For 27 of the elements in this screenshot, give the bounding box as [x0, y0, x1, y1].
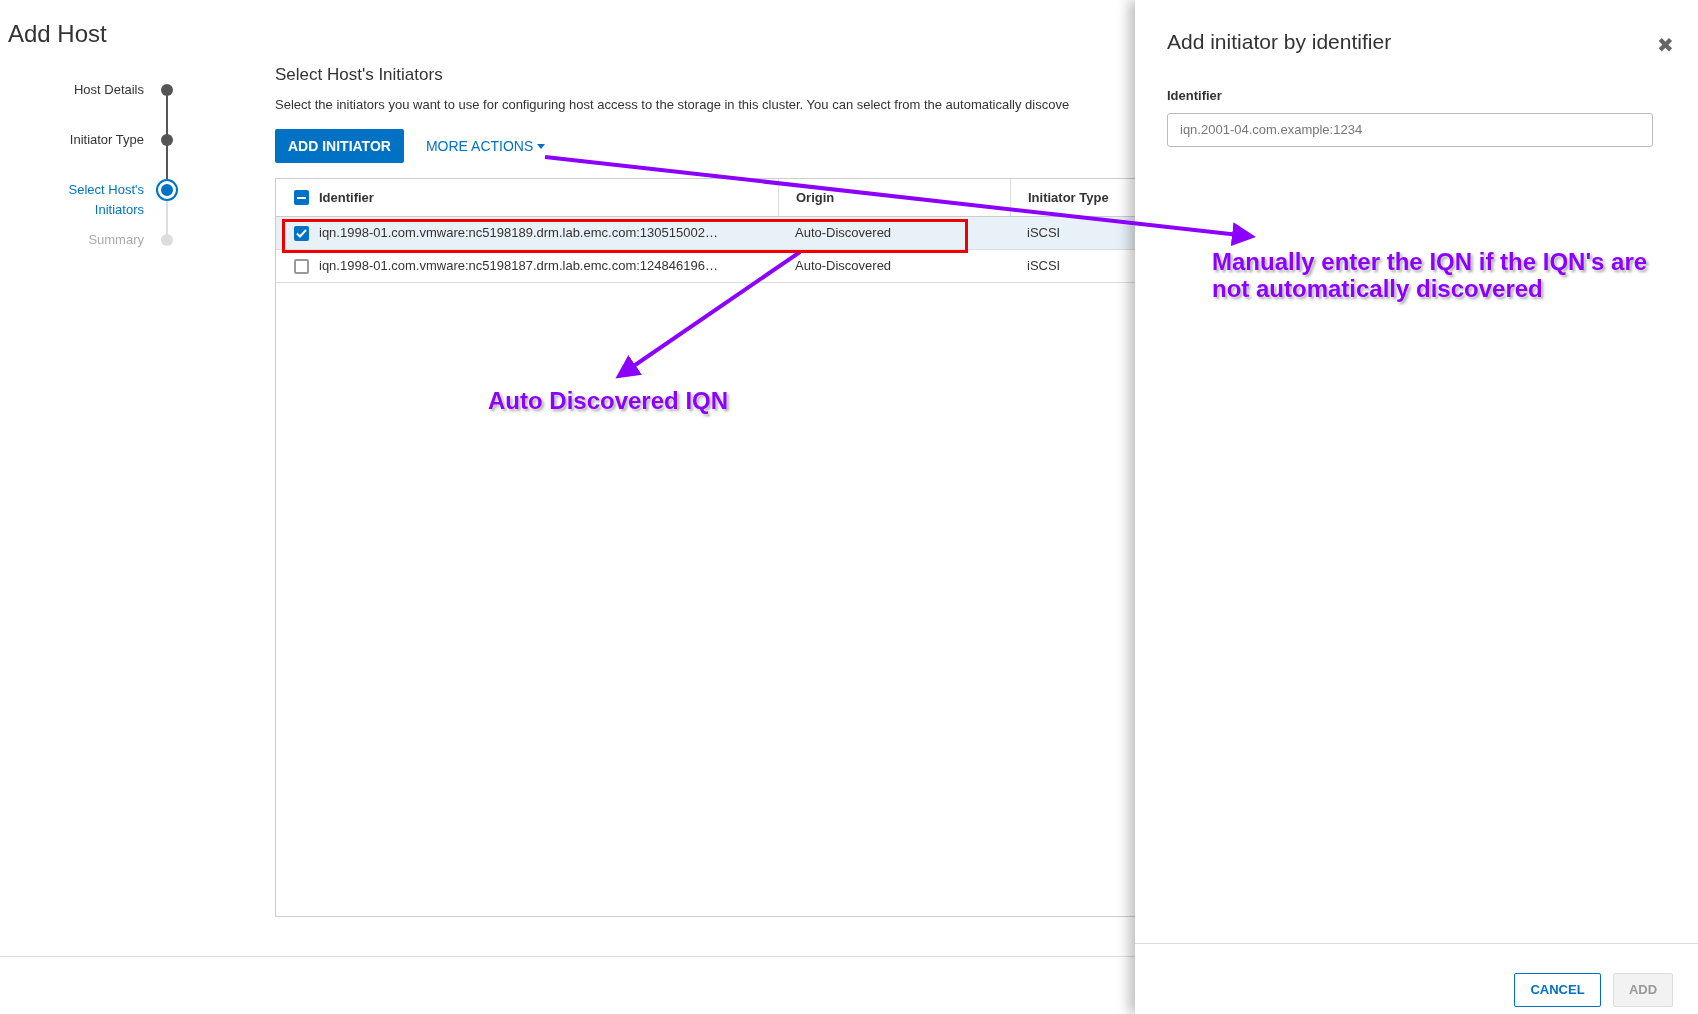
- table-cell-text: Auto-Discovered: [795, 257, 892, 276]
- page-title: Add Host: [8, 19, 107, 49]
- table-cell-text: iqn.1998-01.com.vmware:nc5198187.drm.lab.emc.com:124846196…: [319, 257, 718, 276]
- field-label: Identifier: [1166, 87, 1223, 105]
- checkbox[interactable]: [294, 225, 309, 241]
- more-actions-button[interactable]: MORE ACTIONS: [425, 135, 546, 157]
- step-label[interactable]: Select Host's Initiators: [0, 180, 144, 220]
- cancel-button[interactable]: CANCEL: [1514, 973, 1601, 1007]
- step-label[interactable]: Host Details: [0, 80, 144, 100]
- table-cell-text: iqn.1998-01.com.vmware:nc5198189.drm.lab.emc.com:130515002…: [319, 224, 718, 243]
- table-cell-text: iSCSI: [1027, 224, 1061, 243]
- checkbox[interactable]: [294, 190, 309, 205]
- table-row[interactable]: iqn.1998-01.com.vmware:nc5198189.drm.lab.emc.com:130515002… Auto-Discovered iSCSI: [276, 217, 1135, 250]
- column-header[interactable]: Origin: [796, 187, 835, 208]
- step-label[interactable]: Initiator Type: [0, 130, 144, 150]
- checkbox[interactable]: [294, 258, 309, 274]
- caret-icon: [537, 143, 546, 149]
- table-cell-text: Auto-Discovered: [795, 224, 892, 243]
- column-header[interactable]: Identifier: [319, 187, 374, 208]
- annotation-text: Auto Discovered IQN: [488, 386, 729, 416]
- table-cell-text: iSCSI: [1027, 257, 1061, 276]
- section-title: Select Host's Initiators: [275, 64, 444, 86]
- add-initiator-button[interactable]: ADD INITIATOR: [275, 129, 404, 163]
- annotation-text: Manually enter the IQN if the IQN's are not automatically discovered: [1212, 248, 1649, 302]
- panel-title: Add initiator by identifier: [1167, 29, 1392, 55]
- column-header[interactable]: Initiator Type: [1028, 187, 1109, 208]
- identifier-field[interactable]: iqn.2001-04.com.example:1234: [1167, 112, 1653, 147]
